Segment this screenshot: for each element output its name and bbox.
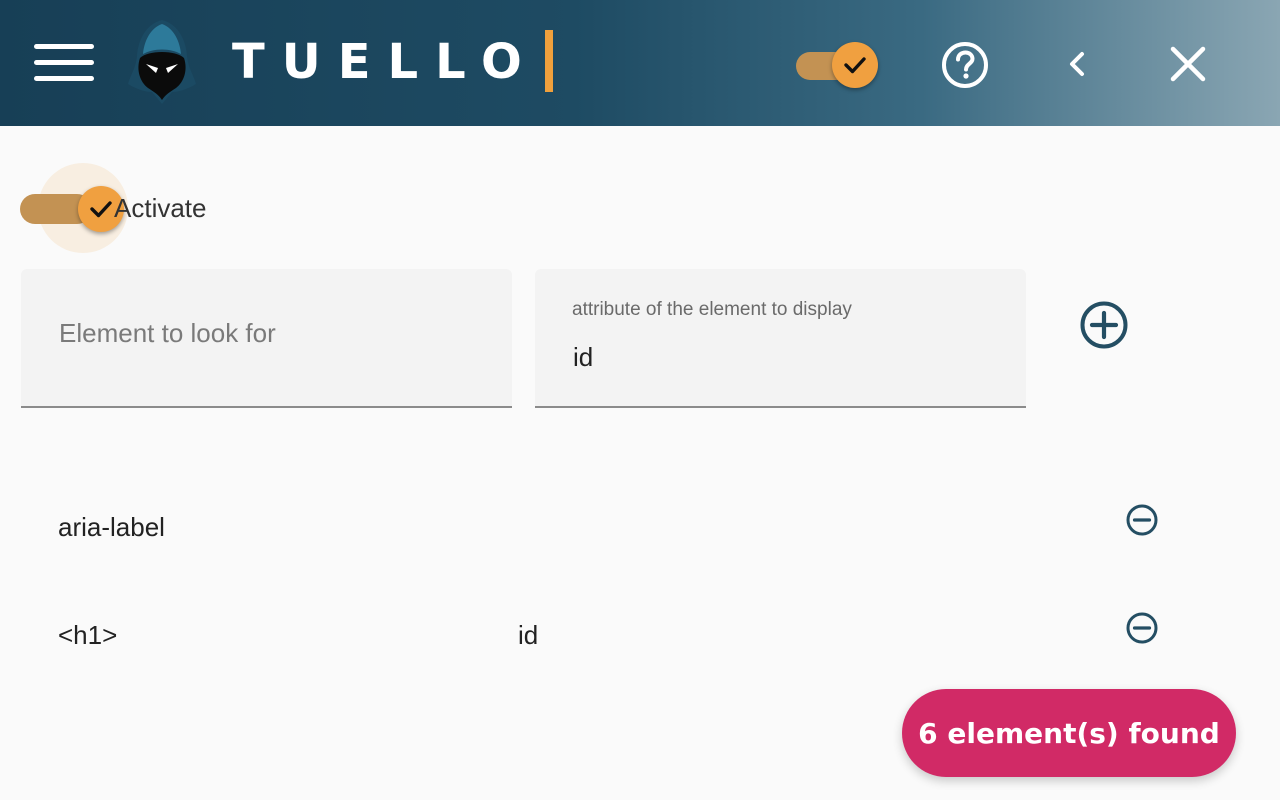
toggle-knob <box>832 42 878 88</box>
app-header: TUELLO <box>0 0 1280 126</box>
rule-element: aria-label <box>58 512 165 542</box>
brand-cursor-bar <box>545 30 553 92</box>
attribute-field-label: attribute of the element to display <box>572 299 852 320</box>
element-input[interactable] <box>59 313 489 353</box>
attribute-input[interactable] <box>573 337 1003 377</box>
elements-found-badge[interactable]: 6 element(s) found <box>902 689 1236 777</box>
activate-label: Activate <box>114 193 207 223</box>
brand-title: TUELLO <box>232 34 539 90</box>
header-toggle[interactable] <box>796 42 882 88</box>
attribute-field[interactable]: attribute of the element to display <box>535 269 1026 408</box>
hamburger-menu-icon[interactable] <box>34 44 94 82</box>
rule-attribute: id <box>518 620 539 650</box>
hooded-ninja-logo <box>128 20 196 104</box>
close-icon[interactable] <box>1168 44 1208 84</box>
minus-circle-icon[interactable] <box>1124 502 1160 538</box>
plus-circle-icon[interactable] <box>1078 299 1130 351</box>
element-field[interactable] <box>21 269 512 408</box>
check-icon <box>90 201 112 218</box>
rule-row: aria-label <box>0 498 1280 558</box>
chevron-left-icon[interactable] <box>1062 46 1092 82</box>
question-circle-icon[interactable] <box>940 40 990 90</box>
rule-element: <h1> <box>58 620 118 650</box>
activate-toggle[interactable] <box>20 185 124 233</box>
minus-circle-icon[interactable] <box>1124 610 1160 646</box>
check-icon <box>844 57 866 74</box>
rule-row: <h1> id <box>0 606 1280 666</box>
